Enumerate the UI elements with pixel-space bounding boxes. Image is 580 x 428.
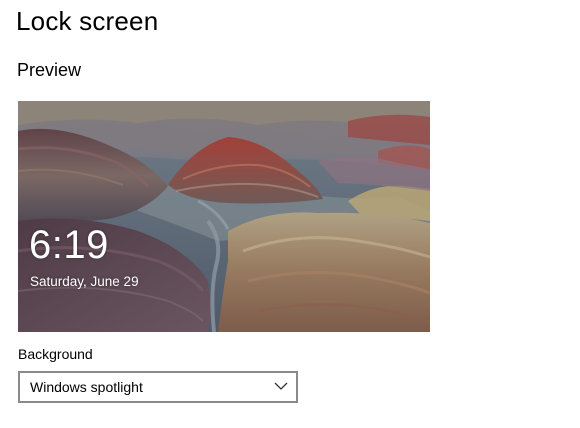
lock-screen-settings-page: Lock screen Preview 6:19 Saturday, June …	[0, 0, 580, 428]
background-dropdown-value: Windows spotlight	[30, 379, 143, 395]
lock-screen-date: Saturday, June 29	[30, 274, 139, 289]
chevron-down-icon	[274, 382, 288, 390]
preview-heading: Preview	[17, 60, 82, 80]
lock-screen-time: 6:19	[29, 223, 109, 267]
background-dropdown[interactable]: Windows spotlight	[18, 371, 298, 403]
page-title: Lock screen	[16, 6, 159, 36]
background-label: Background	[18, 346, 93, 362]
lock-screen-preview: 6:19 Saturday, June 29	[18, 101, 430, 332]
landscape-image	[18, 101, 430, 332]
